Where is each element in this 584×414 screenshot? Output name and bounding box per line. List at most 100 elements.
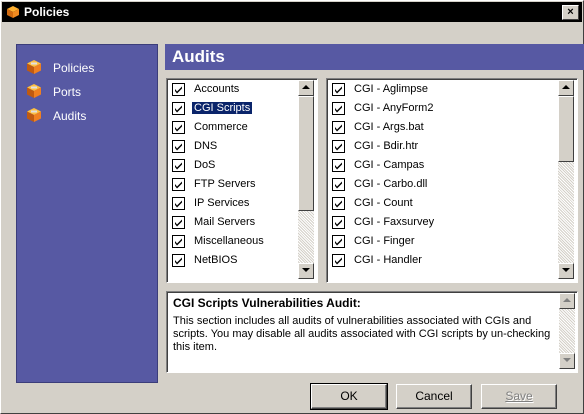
- list-item-label: DoS: [194, 159, 216, 171]
- check-icon: [175, 124, 182, 132]
- section-header: Audits: [165, 44, 584, 70]
- scroll-down-button[interactable]: [558, 263, 574, 279]
- check-icon: [335, 124, 342, 132]
- list-item-label: CGI - Faxsurvey: [354, 216, 435, 228]
- checkbox[interactable]: [332, 121, 345, 134]
- list-item[interactable]: DoS: [170, 157, 317, 175]
- list-item[interactable]: CGI - Args.bat: [330, 119, 577, 137]
- policy-cube-icon: [27, 60, 41, 74]
- scroll-thumb[interactable]: [298, 96, 314, 211]
- category-scrollbar[interactable]: [298, 80, 314, 279]
- check-icon: [335, 105, 342, 113]
- title-bar: Policies ×: [2, 2, 582, 22]
- policies-window: Policies × Policies Ports Audits Audits …: [0, 0, 584, 414]
- save-button[interactable]: Save: [481, 384, 557, 409]
- check-icon: [335, 181, 342, 189]
- audit-scrollbar[interactable]: [558, 80, 574, 279]
- policy-cube-icon: [27, 84, 41, 98]
- scroll-down-button[interactable]: [298, 263, 314, 279]
- checkbox[interactable]: [332, 159, 345, 172]
- list-item[interactable]: CGI - AnyForm2: [330, 100, 577, 118]
- check-icon: [335, 200, 342, 208]
- page-title: Audits: [172, 47, 225, 66]
- checkbox[interactable]: [172, 83, 185, 96]
- list-item[interactable]: Mail Servers: [170, 214, 317, 232]
- description-box: CGI Scripts Vulnerabilities Audit: This …: [166, 291, 578, 373]
- checkbox[interactable]: [172, 235, 185, 248]
- list-item[interactable]: CGI - Campas: [330, 157, 577, 175]
- checkbox[interactable]: [332, 140, 345, 153]
- list-item[interactable]: CGI - Count: [330, 195, 577, 213]
- checkbox[interactable]: [172, 254, 185, 267]
- list-item[interactable]: CGI - Handler: [330, 252, 577, 270]
- checkbox[interactable]: [172, 102, 185, 115]
- list-item-label: CGI - Handler: [354, 254, 422, 266]
- list-item[interactable]: IP Services: [170, 195, 317, 213]
- list-item-label: DNS: [194, 140, 218, 152]
- list-item[interactable]: Accounts: [170, 81, 317, 99]
- check-icon: [175, 86, 182, 94]
- scroll-up-button[interactable]: [559, 293, 575, 309]
- list-item[interactable]: CGI - Aglimpse: [330, 81, 577, 99]
- list-item[interactable]: CGI - Finger: [330, 233, 577, 251]
- window-title: Policies: [24, 5, 70, 19]
- cancel-button[interactable]: Cancel: [396, 384, 472, 409]
- ok-button[interactable]: OK: [310, 383, 388, 410]
- arrow-down-icon: [302, 268, 310, 272]
- sidebar-item-label: Audits: [53, 109, 87, 123]
- checkbox[interactable]: [332, 178, 345, 191]
- audit-list[interactable]: CGI - Aglimpse CGI - AnyForm2 CGI - Args…: [326, 78, 578, 283]
- list-item[interactable]: NetBIOS: [170, 252, 317, 270]
- description-title: CGI Scripts Vulnerabilities Audit:: [173, 296, 361, 310]
- sidebar-item-label: Policies: [53, 61, 95, 75]
- description-scrollbar[interactable]: [559, 293, 575, 369]
- scroll-down-button[interactable]: [559, 353, 575, 369]
- checkbox[interactable]: [172, 178, 185, 191]
- list-item-label: Mail Servers: [194, 216, 256, 228]
- close-button[interactable]: ×: [562, 5, 579, 20]
- checkbox[interactable]: [332, 254, 345, 267]
- list-item-label: CGI - Bdir.htr: [354, 140, 419, 152]
- arrow-up-icon: [302, 85, 310, 89]
- list-item-label: Miscellaneous: [194, 235, 264, 247]
- check-icon: [175, 238, 182, 246]
- list-item[interactable]: CGI - Faxsurvey: [330, 214, 577, 232]
- list-item-label: CGI Scripts: [190, 101, 254, 115]
- list-item-label: Accounts: [194, 83, 240, 95]
- list-item[interactable]: FTP Servers: [170, 176, 317, 194]
- check-icon: [335, 86, 342, 94]
- list-item[interactable]: Commerce: [170, 119, 317, 137]
- checkbox[interactable]: [332, 235, 345, 248]
- list-item[interactable]: Miscellaneous: [170, 233, 317, 251]
- list-item[interactable]: CGI - Bdir.htr: [330, 138, 577, 156]
- list-item-label: Commerce: [194, 121, 248, 133]
- check-icon: [175, 105, 182, 113]
- arrow-down-icon: [562, 268, 570, 272]
- arrow-up-icon: [563, 298, 571, 302]
- check-icon: [175, 143, 182, 151]
- check-icon: [335, 257, 342, 265]
- scroll-up-button[interactable]: [298, 80, 314, 96]
- scroll-thumb[interactable]: [558, 96, 574, 162]
- list-item[interactable]: DNS: [170, 138, 317, 156]
- list-item[interactable]: CGI - Carbo.dll: [330, 176, 577, 194]
- list-item-label: IP Services: [194, 197, 250, 209]
- checkbox[interactable]: [172, 140, 185, 153]
- checkbox[interactable]: [172, 159, 185, 172]
- sidebar: Policies Ports Audits: [16, 44, 158, 383]
- check-icon: [335, 143, 342, 151]
- list-item[interactable]: CGI Scripts: [170, 100, 317, 118]
- checkbox[interactable]: [332, 102, 345, 115]
- checkbox[interactable]: [332, 216, 345, 229]
- checkbox[interactable]: [332, 197, 345, 210]
- checkbox[interactable]: [332, 83, 345, 96]
- policy-cube-icon: [7, 6, 19, 18]
- category-list[interactable]: Accounts CGI Scripts Commerce DNS DoS FT…: [166, 78, 318, 283]
- sidebar-item-label: Ports: [53, 85, 82, 99]
- scroll-up-button[interactable]: [558, 80, 574, 96]
- checkbox[interactable]: [172, 121, 185, 134]
- check-icon: [175, 162, 182, 170]
- checkbox[interactable]: [172, 216, 185, 229]
- checkbox[interactable]: [172, 197, 185, 210]
- arrow-up-icon: [562, 85, 570, 89]
